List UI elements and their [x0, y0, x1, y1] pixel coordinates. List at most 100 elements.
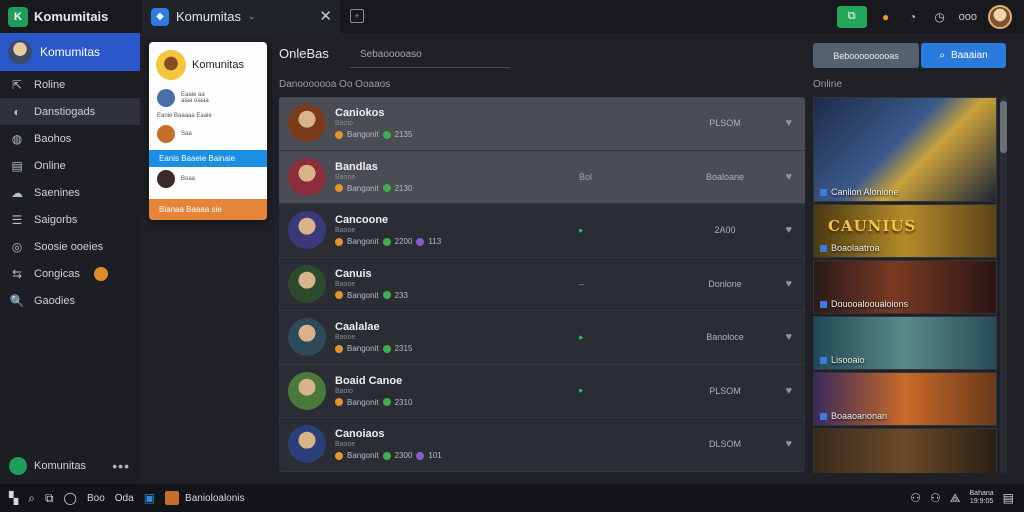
- popup-member-row[interactable]: Saa: [149, 122, 267, 146]
- game-thumbnail[interactable]: Lisooaio: [813, 316, 997, 370]
- headset-icon[interactable]: ◔: [905, 9, 921, 25]
- green-action-button[interactable]: ⧉: [836, 5, 867, 28]
- popup-row-line1: Saa: [181, 131, 192, 137]
- tray-icon[interactable]: ⚇: [930, 488, 941, 508]
- member-role: Baoio: [335, 387, 353, 395]
- secondary-button[interactable]: Bebooooooooas: [813, 43, 919, 68]
- popup-member-row[interactable]: Eaaie aa alaa oiaaa: [149, 86, 267, 110]
- sidebar-item-icon: ☁: [11, 185, 23, 200]
- search-input[interactable]: Sebaooooaso: [350, 44, 510, 68]
- list-item[interactable]: Caalalae Baooe Bangonit 2315 ▸ Banoloce ♥: [279, 311, 805, 365]
- sidebar-item-8[interactable]: 🔍 Gaodies: [0, 287, 140, 314]
- heart-icon[interactable]: ♥: [785, 331, 792, 343]
- popup-footer-button[interactable]: Bianaa Baaaa sie: [149, 199, 267, 220]
- status-icon: [382, 184, 391, 193]
- avatar: [157, 89, 175, 107]
- fire-icon[interactable]: ●: [878, 9, 894, 25]
- title-bar: K Komumitais ◆ Komumitas ⌄ ✕ + ⧉ ● ◔ ◷ o…: [0, 0, 1024, 33]
- game-thumbnail[interactable]: CAUNIUS Boaolaatroa: [813, 204, 997, 258]
- game-thumbnail[interactable]: Boaaoanonan: [813, 372, 997, 426]
- sidebar-user-item[interactable]: Komumitas: [0, 33, 140, 71]
- member-value: PLSOM: [709, 385, 741, 396]
- taskbar-app[interactable]: Banioloalonis: [165, 488, 245, 508]
- member-status: ▸: [579, 331, 584, 342]
- heart-icon[interactable]: ♥: [785, 438, 792, 450]
- sidebar-item-6[interactable]: ◎ Soosie ooeies: [0, 233, 140, 260]
- task-view-icon[interactable]: ⧉: [45, 488, 54, 508]
- heart-icon[interactable]: ♥: [785, 224, 792, 236]
- list-item[interactable]: Caniokos Baoio Bangonit 2135 PLSOM ♥: [279, 97, 805, 151]
- user-avatar[interactable]: [988, 4, 1012, 29]
- heart-icon[interactable]: ♥: [785, 385, 792, 397]
- list-item[interactable]: Boaid Canoe Baoio Bangonit 2310 ▸ PLSOM ♥: [279, 365, 805, 418]
- new-tab-icon[interactable]: +: [350, 9, 364, 23]
- coin-icon: [335, 237, 343, 246]
- clock[interactable]: Bahana 19:9:05: [970, 490, 994, 506]
- titlebar-menu-text[interactable]: ooo: [959, 11, 977, 23]
- game-thumbnail[interactable]: Douooalooualoions: [813, 260, 997, 314]
- wifi-icon[interactable]: ⟁: [950, 488, 961, 508]
- online-thumbnails: Canlion Alonione CAUNIUS Boaolaatroa Douooa…: [813, 97, 997, 473]
- popup-selected-item[interactable]: Eanis Baaeie Bainaie: [149, 150, 267, 167]
- stat-label: Bangonit: [347, 237, 379, 247]
- popup-member-row[interactable]: Boaa: [149, 167, 267, 191]
- member-status: –: [579, 278, 585, 289]
- tab-label: Komumitas: [176, 9, 242, 24]
- notification-icon[interactable]: ▤: [1003, 488, 1014, 508]
- taskbar-item[interactable]: Boo: [87, 488, 105, 508]
- game-icon: [820, 356, 827, 364]
- sidebar-item-7[interactable]: ⇆ Congicas: [0, 260, 140, 287]
- member-role: Baooe: [335, 173, 356, 181]
- list-item[interactable]: Bandlas Baooe Bangonit 2130 Bol Boaloane ♥: [279, 150, 805, 204]
- calendar-icon[interactable]: ▣: [144, 488, 155, 508]
- member-value: Banoloce: [706, 332, 744, 343]
- game-thumbnail[interactable]: [813, 428, 997, 473]
- list-item[interactable]: Canuis Baooe Bangonit 233 – Donlone ♥: [279, 258, 805, 311]
- online-label: Online: [813, 79, 842, 90]
- app-window: K Komumitais ◆ Komumitas ⌄ ✕ + ⧉ ● ◔ ◷ o…: [0, 0, 1024, 512]
- sidebar-item-2[interactable]: ◍ Baohos: [0, 125, 140, 152]
- status-icon: [382, 398, 391, 407]
- stat-value: 233: [394, 290, 408, 300]
- heart-icon[interactable]: ♥: [785, 117, 792, 129]
- sidebar-item-icon: ◎: [11, 239, 23, 254]
- game-thumbnail[interactable]: Canlion Alonione: [813, 97, 997, 202]
- taskbar-app-label: Banioloalonis: [185, 492, 245, 504]
- search-icon[interactable]: ⌕: [28, 488, 35, 508]
- list-item[interactable]: Cancoone Baooe Bangonit 2200 113 ▸ 2A00 ♥: [279, 204, 805, 258]
- sidebar-footer[interactable]: Komunitas •••: [0, 448, 140, 484]
- tab-komunitas[interactable]: ◆ Komumitas ⌄ ✕: [142, 0, 340, 33]
- gem-icon: [416, 237, 425, 246]
- list-item[interactable]: Canoiaos Baooe Bangonit 2300 101 DLSOM ♥: [279, 418, 805, 472]
- stat-label: Bangonit: [347, 344, 379, 354]
- sidebar-item-1[interactable]: ◐ Danstiogads: [0, 98, 140, 125]
- heart-icon[interactable]: ♥: [785, 278, 792, 290]
- tray-icon[interactable]: ⚇: [910, 488, 921, 508]
- member-status: Bol: [579, 171, 593, 182]
- member-name: Caniokos: [335, 107, 385, 120]
- heart-icon[interactable]: ♥: [785, 171, 792, 183]
- sidebar-item-label: Gaodies: [34, 294, 75, 307]
- scrollbar[interactable]: [1000, 97, 1007, 473]
- chat-icon[interactable]: ◯: [64, 488, 77, 508]
- chevron-down-icon[interactable]: ⌄: [248, 11, 256, 22]
- stat-label: Bangonit: [347, 290, 379, 300]
- start-icon[interactable]: ▚: [9, 488, 18, 508]
- titlebar-actions: ⧉ ● ◔ ◷ ooo: [836, 0, 1012, 33]
- sidebar-item-5[interactable]: ☰ Saigorbs: [0, 206, 140, 233]
- clock-icon[interactable]: ◷: [932, 9, 948, 25]
- avatar: [288, 104, 326, 143]
- stat-label: Bangonit: [347, 130, 379, 140]
- popup-member-row[interactable]: Eanie Baaaaa Eaaie: [149, 110, 267, 122]
- primary-button[interactable]: ⌕ Baaaian: [921, 43, 1006, 68]
- scrollbar-thumb[interactable]: [1000, 101, 1007, 153]
- taskbar-item[interactable]: Oda: [115, 488, 134, 508]
- coin-icon: [335, 398, 343, 407]
- more-options-icon[interactable]: •••: [112, 458, 130, 474]
- sidebar-item-0[interactable]: ⇱ Roline: [0, 71, 140, 98]
- system-tray: ⚇ ⚇ ⟁ Bahana 19:9:05 ▤: [910, 484, 1014, 512]
- sidebar-item-4[interactable]: ☁ Saenines: [0, 179, 140, 206]
- sidebar-item-3[interactable]: ▤ Online: [0, 152, 140, 179]
- popup-row-line2: alaa oiaaa: [181, 98, 209, 104]
- close-icon[interactable]: ✕: [319, 7, 332, 25]
